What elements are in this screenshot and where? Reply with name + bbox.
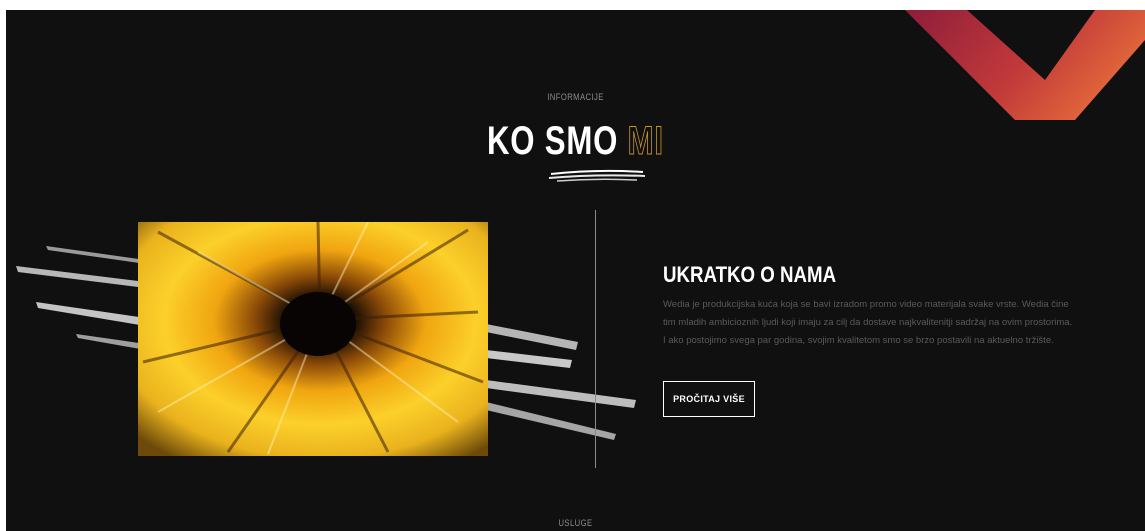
about-description: Wedia je produkcijska kuća koja se bavi … xyxy=(663,299,1073,346)
section-title-accent: MI xyxy=(627,119,664,164)
brand-logo-shape xyxy=(905,10,1145,120)
about-heading: UKRATKO O NAMA xyxy=(663,262,837,287)
section-title: KO SMO MI xyxy=(6,118,1145,164)
brush-stroke-right xyxy=(486,324,636,440)
brush-stroke-left xyxy=(16,246,146,350)
hero-art-image xyxy=(138,222,488,456)
read-more-button[interactable]: PROČITAJ VIŠE xyxy=(663,381,755,417)
section-eyebrow: INFORMACIJE xyxy=(547,92,604,102)
next-section-eyebrow: USLUGE xyxy=(558,518,593,528)
title-underline-brush xyxy=(548,169,646,182)
fluid-art-graphic xyxy=(138,222,488,456)
vertical-divider xyxy=(595,210,596,468)
section-title-main: KO SMO xyxy=(487,119,619,163)
about-section: INFORMACIJE KO SMO MI UKRATKO O NAMA Wed… xyxy=(6,10,1145,531)
